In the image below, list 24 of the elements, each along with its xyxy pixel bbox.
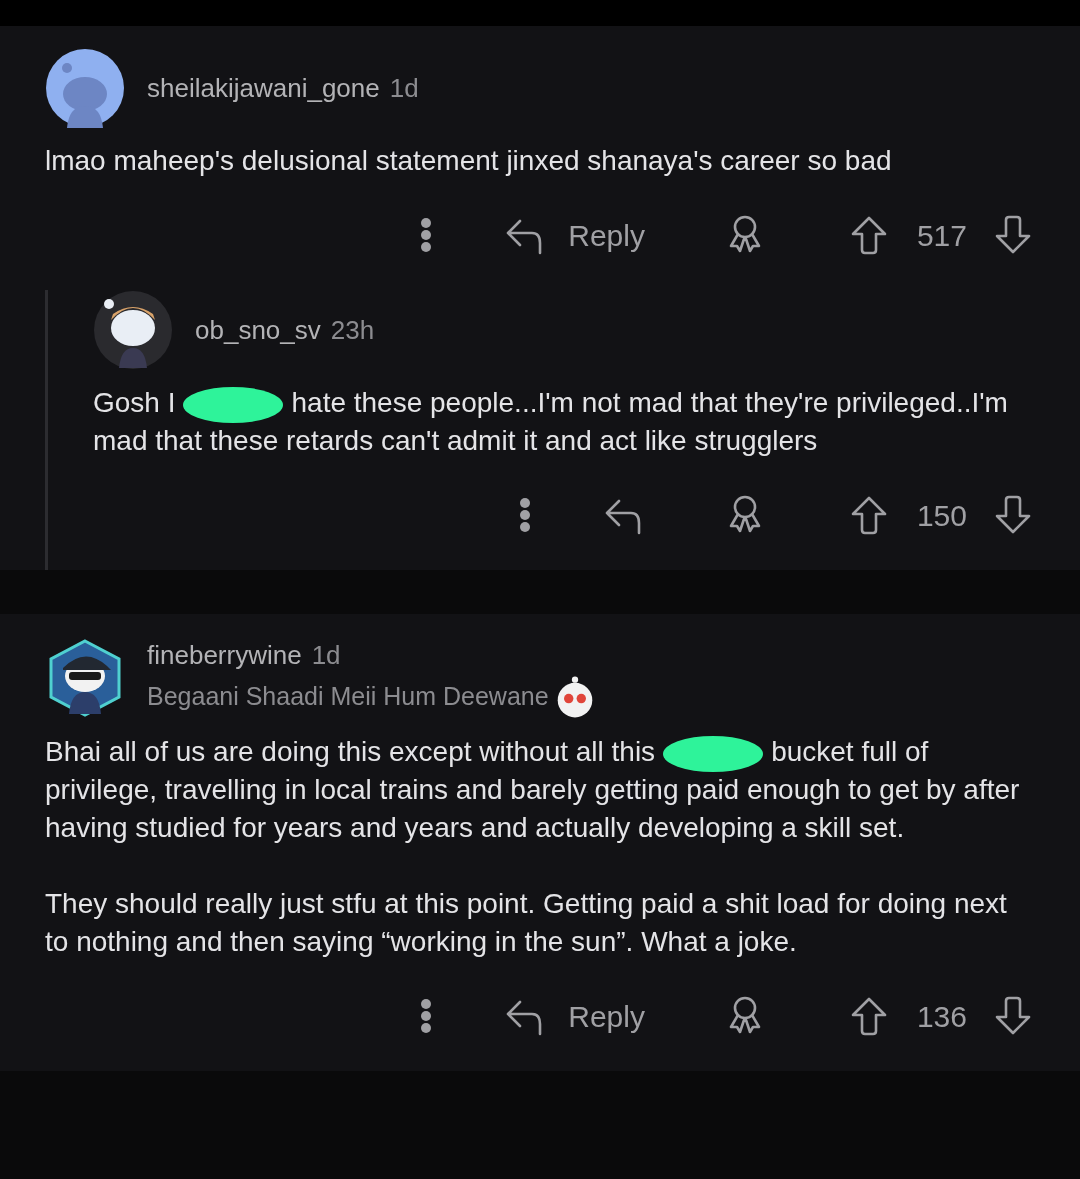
username[interactable]: fineberrywine: [147, 640, 302, 670]
comment-text: Bhai all of us are doing this except without all this bucket full of privilege, travelling in local trains and barely getting paid enough to get by after having studied for years and years and actually developing a skill set.: [45, 734, 1021, 845]
comment-age: 23h: [330, 314, 375, 345]
more-icon: [420, 998, 433, 1034]
user-flair: Begaani Shaadi Meii Hum Deewane: [147, 681, 549, 713]
comment-text: Gosh I hate these people...I'm not mad that they're privileged..I'm mad that these retards can't admit it and act like strugglers: [93, 385, 1009, 458]
comment-age: 1d: [311, 640, 341, 670]
comment-text: lmao maheep's delusional statement jinxed shanaya's career so bad: [45, 144, 893, 178]
avatar[interactable]: [93, 290, 173, 370]
vote-count: 136: [916, 998, 967, 1035]
reply-button[interactable]: Reply: [502, 212, 645, 258]
more-button[interactable]: [518, 497, 531, 533]
comment-age: 1d: [389, 72, 419, 103]
username[interactable]: ob_sno_sv: [195, 314, 321, 345]
reply-button[interactable]: Reply: [502, 993, 645, 1039]
comment-text: They should really just stfu at this point. Getting paid a shit load for doing next to nothing and then saying “working in the sun”. What a joke.: [45, 887, 1008, 959]
vote-count: 150: [916, 497, 967, 534]
more-button[interactable]: [420, 998, 433, 1034]
avatar[interactable]: [45, 48, 125, 128]
more-icon: [518, 497, 531, 533]
more-icon: [420, 217, 433, 253]
more-button[interactable]: [420, 217, 433, 253]
vote-count: 517: [916, 217, 967, 254]
username[interactable]: sheilakijawani_gone: [147, 72, 380, 103]
